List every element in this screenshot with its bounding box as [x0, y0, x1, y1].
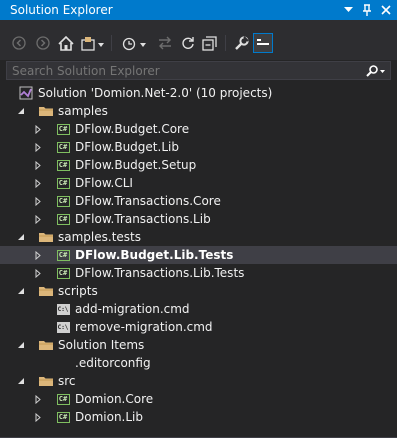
csharp-project-icon: C# — [55, 138, 71, 156]
tree-item-csproj[interactable]: C# DFlow.Transactions.Lib — [0, 210, 397, 228]
tree-item-label: add-migration.cmd — [75, 302, 190, 316]
tree-item-label: samples — [58, 104, 108, 118]
tree-item-csproj[interactable]: C# DFlow.Transactions.Core — [0, 192, 397, 210]
toolbar — [0, 20, 397, 60]
tree-item-csproj[interactable]: C# Domion.Core — [0, 390, 397, 408]
tree-item-csproj[interactable]: C# DFlow.Budget.Lib — [0, 138, 397, 156]
tree-item-label: DFlow.Budget.Lib.Tests — [75, 248, 234, 262]
tree-item-label: src — [58, 374, 76, 388]
toolbar-separator — [225, 35, 226, 51]
file-icon — [55, 354, 71, 372]
properties-icon[interactable] — [231, 33, 251, 53]
window-title: Solution Explorer — [10, 3, 113, 17]
solution-icon — [18, 84, 34, 102]
collapsed-arrow-icon[interactable] — [33, 408, 43, 426]
csharp-project-icon: C# — [55, 192, 71, 210]
expanded-arrow-icon[interactable] — [16, 282, 26, 300]
tree-item-solution[interactable]: Solution 'Domion.Net-2.0' (10 projects) — [0, 84, 397, 102]
solution-tree: Solution 'Domion.Net-2.0' (10 projects) s… — [0, 84, 397, 426]
csharp-project-icon: C# — [55, 120, 71, 138]
tree-item-csproj[interactable]: C# Domion.Lib — [0, 408, 397, 426]
tree-item-label: DFlow.Transactions.Lib.Tests — [75, 266, 245, 280]
csharp-project-icon: C# — [55, 390, 71, 408]
title-bar: Solution Explorer — [0, 0, 397, 20]
collapsed-arrow-icon[interactable] — [33, 390, 43, 408]
collapsed-arrow-icon[interactable] — [33, 264, 43, 282]
tree-item-cmd[interactable]: C:\ add-migration.cmd — [0, 300, 397, 318]
tree-item-label: DFlow.Budget.Setup — [75, 158, 197, 172]
csharp-project-icon: C# — [55, 408, 71, 426]
tree-item-label: samples.tests — [58, 230, 141, 244]
tree-item-label: DFlow.Budget.Core — [75, 122, 190, 136]
collapsed-arrow-icon[interactable] — [33, 192, 43, 210]
tree-item-label: .editorconfig — [75, 356, 151, 370]
tree-item-folder[interactable]: scripts — [0, 282, 397, 300]
tree-item-label: DFlow.CLI — [75, 176, 133, 190]
cmd-file-icon: C:\ — [56, 303, 70, 315]
close-icon[interactable] — [378, 2, 394, 18]
csharp-project-icon: C# — [55, 174, 71, 192]
tree-item-csproj[interactable]: C# DFlow.CLI — [0, 174, 397, 192]
tree-item-folder[interactable]: Solution Items — [0, 336, 397, 354]
back-icon[interactable] — [9, 33, 29, 53]
search-box[interactable] — [6, 61, 391, 80]
tree-item-label: remove-migration.cmd — [75, 320, 213, 334]
csharp-project-icon: C# — [55, 210, 71, 228]
tree-item-label: Domion.Core — [75, 392, 154, 406]
tree-item-csproj[interactable]: C# DFlow.Budget.Core — [0, 120, 397, 138]
expanded-arrow-icon[interactable] — [16, 372, 26, 390]
tree-item-label: Domion.Lib — [75, 410, 144, 424]
pin-icon[interactable] — [359, 2, 375, 18]
expanded-arrow-icon[interactable] — [16, 336, 26, 354]
home-icon[interactable] — [56, 33, 76, 53]
tree-item-folder[interactable]: samples — [0, 102, 397, 120]
preview-selected-items-icon[interactable] — [253, 33, 273, 53]
tree-item-file[interactable]: .editorconfig — [0, 354, 397, 372]
tree-item-csproj[interactable]: C# DFlow.Budget.Lib.Tests — [0, 246, 397, 264]
toolbar-separator — [111, 35, 112, 51]
collapsed-arrow-icon[interactable] — [33, 174, 43, 192]
collapsed-arrow-icon[interactable] — [33, 156, 43, 174]
csharp-project-icon: C# — [55, 264, 71, 282]
csharp-project-icon: C# — [55, 156, 71, 174]
pending-changes-filter-icon[interactable] — [121, 33, 149, 53]
collapsed-arrow-icon[interactable] — [33, 138, 43, 156]
tree-item-label: DFlow.Transactions.Lib — [75, 212, 211, 226]
collapsed-arrow-icon[interactable] — [33, 120, 43, 138]
folder-icon — [38, 102, 54, 120]
sync-with-active-document-icon[interactable] — [155, 33, 175, 53]
collapse-all-icon[interactable] — [200, 33, 220, 53]
folder-icon — [38, 228, 54, 246]
dropdown-icon[interactable] — [340, 2, 356, 18]
tree-item-label: DFlow.Budget.Lib — [75, 140, 179, 154]
cmd-file-icon: C:\ — [56, 321, 70, 333]
tree-item-folder[interactable]: src — [0, 372, 397, 390]
collapsed-arrow-icon[interactable] — [33, 246, 43, 264]
search-icon[interactable] — [362, 62, 390, 79]
tree-item-csproj[interactable]: C# DFlow.Transactions.Lib.Tests — [0, 264, 397, 282]
tree-item-label: DFlow.Transactions.Core — [75, 194, 221, 208]
tree-item-label: Solution 'Domion.Net-2.0' (10 projects) — [38, 86, 273, 100]
refresh-icon[interactable] — [178, 33, 198, 53]
tree-item-label: Solution Items — [58, 338, 145, 352]
folder-icon — [38, 336, 54, 354]
folder-icon — [38, 372, 54, 390]
search-input[interactable] — [7, 63, 362, 78]
expanded-arrow-icon[interactable] — [16, 228, 26, 246]
folder-icon — [38, 282, 54, 300]
tree-item-cmd[interactable]: C:\ remove-migration.cmd — [0, 318, 397, 336]
collapsed-arrow-icon[interactable] — [33, 210, 43, 228]
tree-item-csproj[interactable]: C# DFlow.Budget.Setup — [0, 156, 397, 174]
forward-icon[interactable] — [33, 33, 53, 53]
tree-item-folder[interactable]: samples.tests — [0, 228, 397, 246]
expanded-arrow-icon[interactable] — [16, 102, 26, 120]
tree-item-label: scripts — [58, 284, 98, 298]
switch-views-icon[interactable] — [80, 33, 106, 53]
csharp-project-icon: C# — [55, 246, 71, 264]
